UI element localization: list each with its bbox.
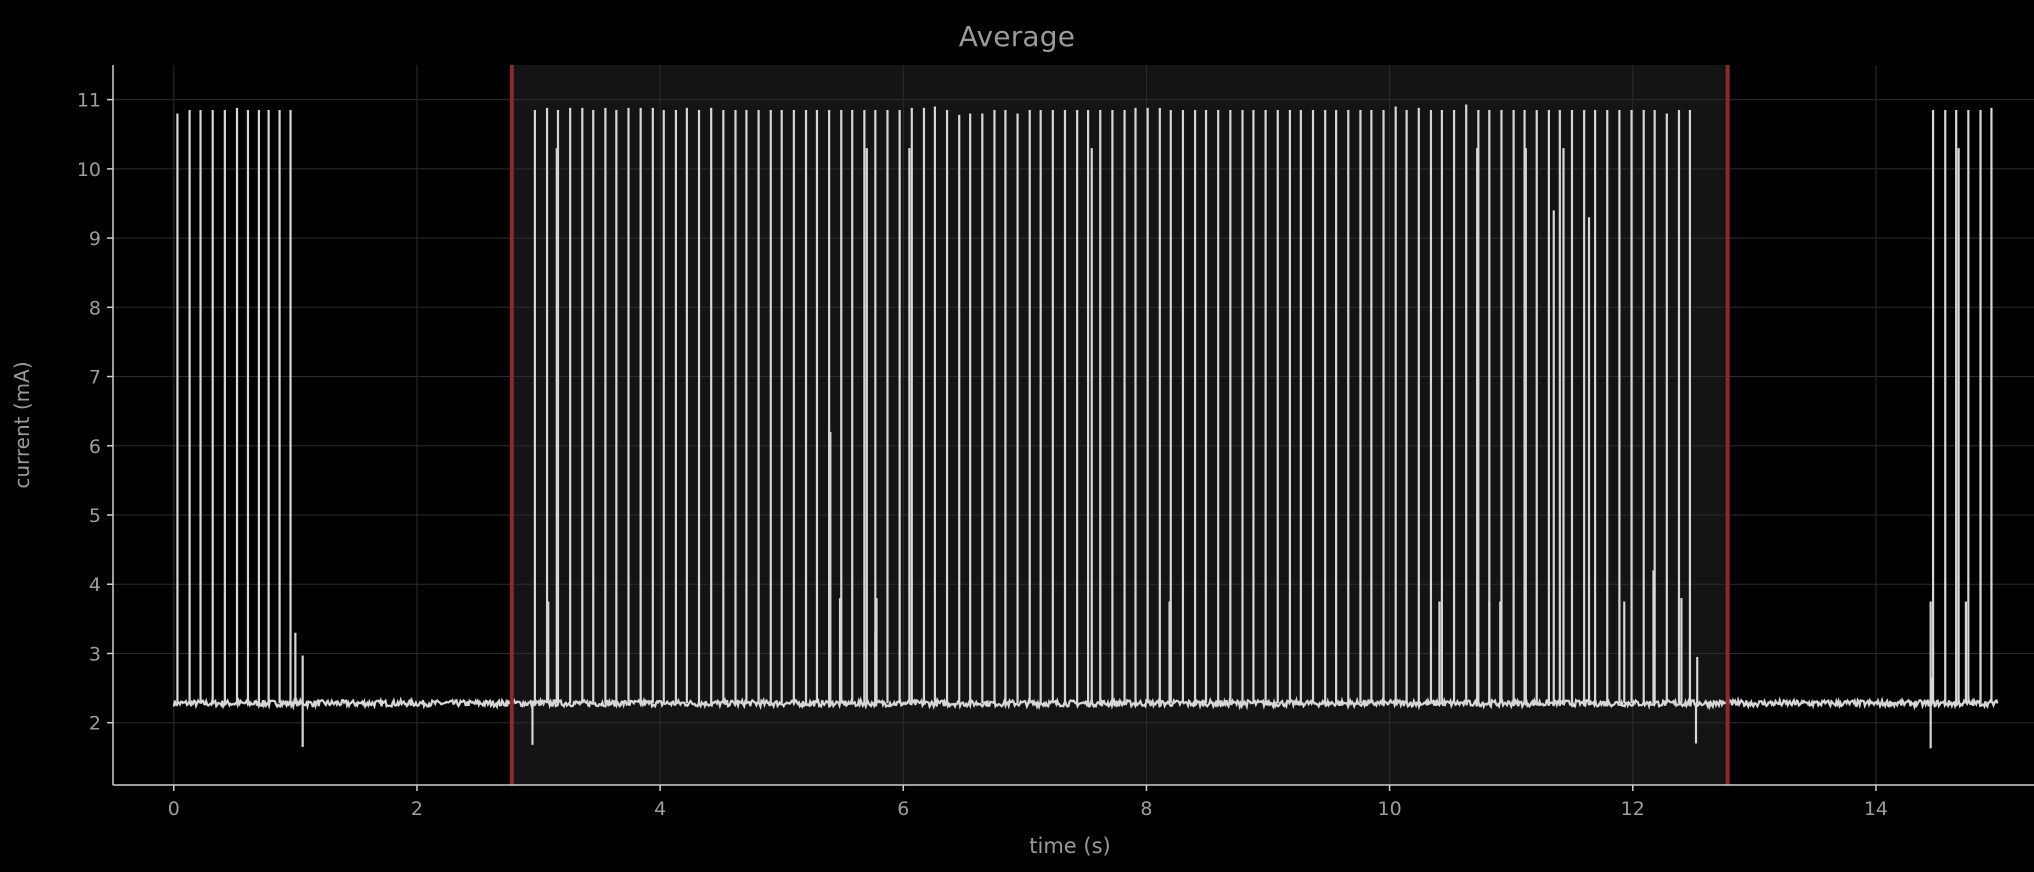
y-axis-label: current (mA)	[10, 361, 34, 489]
y-tick-label: 6	[89, 436, 101, 458]
selection-region	[511, 65, 1728, 785]
y-tick-label: 9	[89, 228, 101, 250]
y-tick-label: 2	[89, 713, 101, 735]
y-tick-label: 10	[77, 159, 101, 181]
x-tick-label: 10	[1378, 798, 1402, 820]
y-tick-label: 11	[77, 90, 101, 112]
x-tick-label: 8	[1140, 798, 1152, 820]
chart: Average 0 2 4 6 8 10 12 14 2 3 4 5 6 7 8 9 10 11 time (s)…	[0, 0, 2034, 872]
chart-title: Average	[958, 20, 1076, 53]
y-tick-label: 8	[89, 297, 101, 319]
y-tick-label: 3	[89, 643, 101, 665]
y-tick-label: 5	[89, 505, 101, 527]
y-tick-label: 4	[89, 574, 101, 596]
x-tick-label: 2	[411, 798, 423, 820]
x-tick-label: 12	[1621, 798, 1645, 820]
x-tick-label: 0	[168, 798, 180, 820]
x-axis-label: time (s)	[1029, 834, 1111, 858]
plot-area[interactable]: 0 2 4 6 8 10 12 14 2 3 4 5 6 7 8 9 10 11	[0, 0, 2034, 872]
x-tick-label: 4	[654, 798, 666, 820]
y-tick-label: 7	[89, 367, 101, 389]
x-tick-label: 14	[1864, 798, 1888, 820]
x-tick-label: 6	[897, 798, 909, 820]
